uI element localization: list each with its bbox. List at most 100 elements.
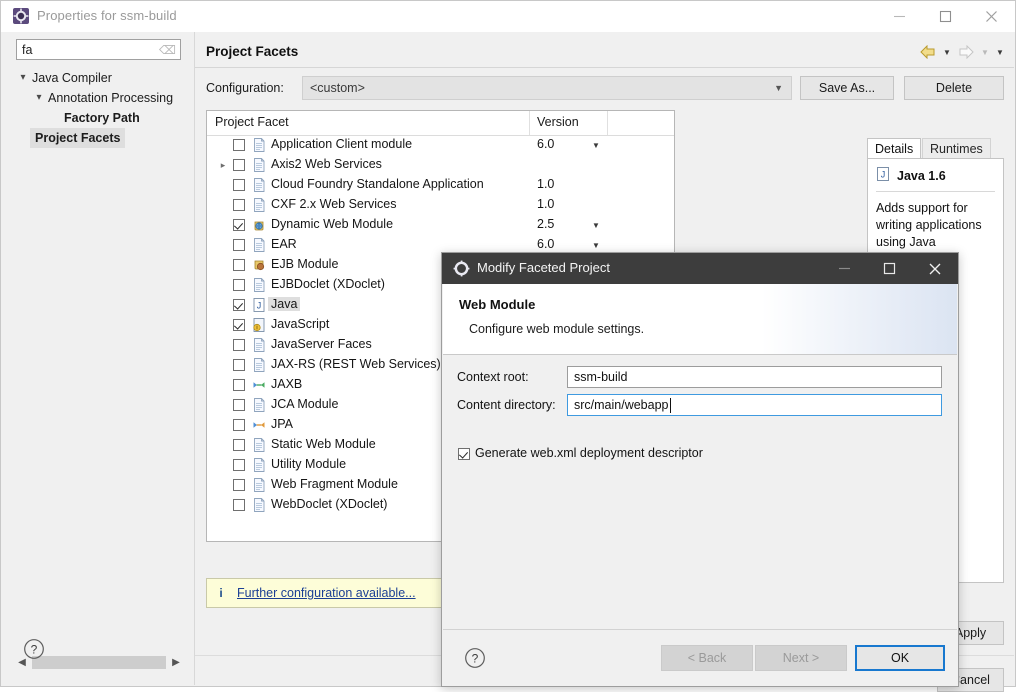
svg-text:J: J [881,170,886,180]
version-dropdown-icon[interactable]: ▼ [592,221,600,230]
back-button[interactable]: < Back [661,645,753,671]
facet-checkbox[interactable] [233,379,245,391]
back-arrow-icon[interactable] [918,43,938,61]
configuration-select-value: <custom> [310,81,365,95]
close-icon[interactable] [912,253,957,284]
facet-checkbox[interactable] [233,359,245,371]
facet-checkbox[interactable] [233,159,245,171]
facet-checkbox[interactable] [233,499,245,511]
facet-name: Axis2 Web Services [271,157,382,171]
scroll-right-icon[interactable]: ▶ [168,654,184,671]
generate-webxml-label[interactable]: Generate web.xml deployment descriptor [475,446,703,460]
facet-name: JPA [271,417,293,431]
detail-divider [876,191,995,192]
facet-checkbox[interactable] [233,439,245,451]
facet-name: Dynamic Web Module [271,217,394,231]
help-question-icon[interactable]: ? [464,647,486,669]
column-header-version[interactable]: Version [537,115,579,129]
configuration-select[interactable]: <custom> ▼ [302,76,792,100]
facet-version: 6.0 [537,237,555,251]
facet-checkbox[interactable] [233,219,245,231]
facet-name: Static Web Module [271,437,376,451]
further-configuration-link[interactable]: Further configuration available... [237,586,416,600]
facet-checkbox[interactable] [233,259,245,271]
facet-checkbox[interactable] [233,239,245,251]
main-titlebar: Properties for ssm-build [1,1,1015,32]
content-directory-value: src/main/webapp [574,398,669,412]
help-question-icon[interactable]: ? [23,638,45,660]
document-icon [252,458,266,472]
facet-checkbox[interactable] [233,319,245,331]
facet-checkbox[interactable] [233,419,245,431]
facet-checkbox[interactable] [233,459,245,471]
facet-checkbox[interactable] [233,339,245,351]
facet-name: Java [268,297,301,311]
sidebar-item-project-facets[interactable]: Project Facets [2,128,194,148]
modify-faceted-project-dialog: Modify Faceted Project Web Module Config… [441,252,959,687]
expand-chevron-icon[interactable]: ▸ [217,155,229,175]
tab-details[interactable]: Details [867,138,922,159]
filter-input[interactable]: fa ⌫ [16,39,181,60]
sidebar-item-label: Project Facets [30,128,126,148]
column-header-project-facet[interactable]: Project Facet [215,115,289,129]
facet-checkbox[interactable] [233,139,245,151]
details-tabs: Details Runtimes [867,138,1004,159]
title-divider [195,67,1014,68]
minimize-icon[interactable] [876,1,922,32]
close-icon[interactable] [968,1,1014,32]
page-title: Project Facets [206,44,299,59]
settings-nav-tree: ▾ Java Compiler ▾ Annotation Processing … [2,68,194,645]
table-row[interactable]: Application Client module 6.0 ▼ [207,135,674,155]
main-window-title: Properties for ssm-build [37,8,177,23]
scrollbar-thumb[interactable] [32,656,166,669]
chevron-down-icon[interactable]: ▼ [941,43,953,61]
tab-runtimes[interactable]: Runtimes [922,138,991,159]
minimize-icon[interactable] [822,253,867,284]
column-divider[interactable] [529,111,530,135]
maximize-icon[interactable] [867,253,912,284]
ok-button[interactable]: OK [855,645,945,671]
document-icon [252,478,266,492]
chevron-down-icon[interactable]: ▾ [16,68,30,88]
facet-name: WebDoclet (XDoclet) [271,497,388,511]
sidebar-item-annotation-processing[interactable]: ▾ Annotation Processing [2,88,194,108]
generate-webxml-checkbox[interactable] [458,448,470,460]
chevron-down-icon[interactable]: ▼ [979,43,991,61]
facet-name: JAX-RS (REST Web Services) [271,357,441,371]
detail-heading: J Java 1.6 [876,167,946,184]
page-nav-icons: ▼ ▼ ▼ [918,43,1006,61]
clear-filter-icon[interactable]: ⌫ [159,43,176,57]
sidebar-item-java-compiler[interactable]: ▾ Java Compiler [2,68,194,88]
table-row[interactable]: Dynamic Web Module 2.5 ▼ [207,215,674,235]
table-row[interactable]: ▸ Axis2 Web Services [207,155,674,175]
maximize-icon[interactable] [922,1,968,32]
facet-checkbox[interactable] [233,179,245,191]
content-directory-input[interactable]: src/main/webapp [567,394,942,416]
facet-name: JavaServer Faces [271,337,372,351]
next-button[interactable]: Next > [755,645,847,671]
delete-button[interactable]: Delete [904,76,1004,100]
facet-checkbox[interactable] [233,299,245,311]
context-root-input[interactable]: ssm-build [567,366,942,388]
facet-checkbox[interactable] [233,279,245,291]
forward-arrow-icon[interactable] [956,43,976,61]
sidebar-item-factory-path[interactable]: Factory Path [2,108,194,128]
facet-checkbox[interactable] [233,399,245,411]
dialog-title: Modify Faceted Project [477,260,610,275]
ejb-module-icon [252,258,266,272]
chevron-down-icon[interactable]: ▾ [32,88,46,108]
table-row[interactable]: Cloud Foundry Standalone Application 1.0 [207,175,674,195]
save-as-button[interactable]: Save As... [800,76,894,100]
sidebar-item-label: Factory Path [64,111,140,125]
version-dropdown-icon[interactable]: ▼ [592,241,600,250]
document-icon [252,498,266,512]
content-directory-label: Content directory: [457,398,556,412]
facet-checkbox[interactable] [233,199,245,211]
document-icon [252,438,266,452]
facet-name: CXF 2.x Web Services [271,197,397,211]
table-row[interactable]: CXF 2.x Web Services 1.0 [207,195,674,215]
column-divider[interactable] [607,111,608,135]
facet-checkbox[interactable] [233,479,245,491]
chevron-down-icon[interactable]: ▼ [994,43,1006,61]
version-dropdown-icon[interactable]: ▼ [592,141,600,150]
